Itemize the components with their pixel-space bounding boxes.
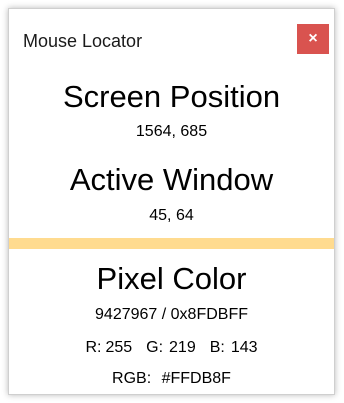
active-window-heading: Active Window [69,162,274,197]
screen-position-heading: Screen Position [62,79,281,114]
screen-position-value: 1564, 685 [135,123,208,140]
window-title: Mouse Locator [23,31,143,51]
green-value: 219 [169,339,196,356]
title-bar[interactable]: Mouse Locator × [9,9,334,67]
red-value: 255 [105,339,133,356]
pixel-color-decimal-hex: 9427967 / 0x8FDBFF [95,306,248,323]
rgb-hex-row: RGB: #FFDB8F [9,370,334,388]
green-label: G: [146,339,164,356]
close-icon: × [308,30,318,47]
close-button[interactable]: × [297,24,329,54]
blue-value: 143 [230,339,258,356]
pixel-color-swatch [9,238,334,249]
red-label: R: [85,339,102,356]
active-window-value: 45, 64 [149,207,194,224]
pixel-color-heading: Pixel Color [96,261,247,296]
blue-label: B: [209,339,225,356]
rgb-components-row: R: 255 G: 219 B: 143 [9,339,334,357]
mouse-locator-window: Mouse Locator × Screen Position 1564, 68… [8,8,335,395]
rgb-hex-label: RGB: [112,370,152,387]
rgb-hex-value: #FFDB8F [161,370,231,387]
